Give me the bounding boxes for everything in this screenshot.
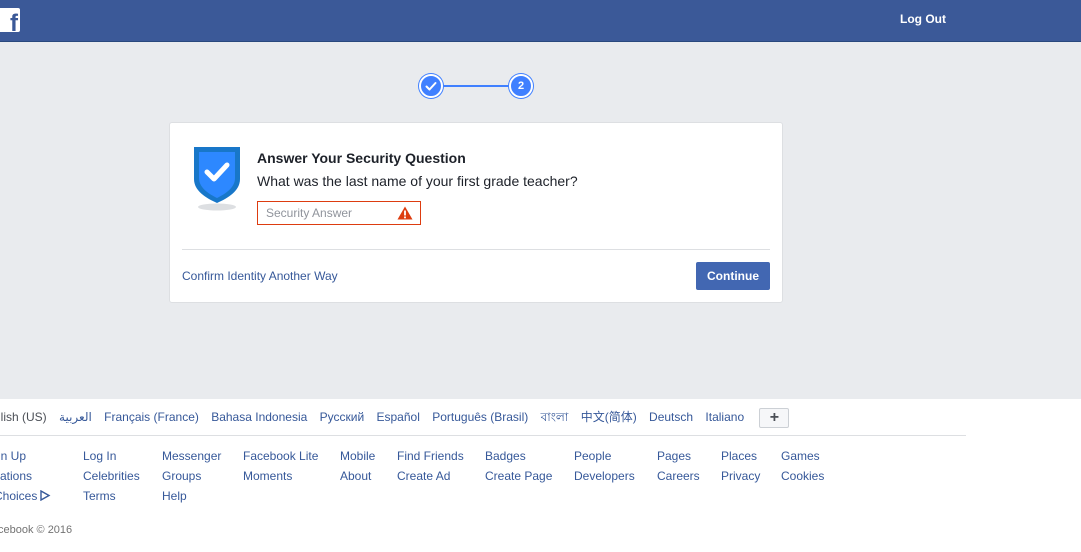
footer-link[interactable]: Choices — [0, 486, 51, 506]
security-question-card: Answer Your Security Question What was t… — [169, 122, 783, 303]
footer-link[interactable]: Games — [781, 446, 824, 466]
footer-link[interactable]: People — [574, 446, 635, 466]
facebook-logo[interactable]: f — [0, 8, 20, 32]
footer-link[interactable]: Careers — [657, 466, 700, 486]
footer-link-column: Log In Celebrities Terms — [83, 446, 140, 506]
footer-link[interactable]: Groups — [162, 466, 221, 486]
footer-link[interactable]: Developers — [574, 466, 635, 486]
footer-link[interactable]: Create Page — [485, 466, 552, 486]
footer-link-column: Mobile About — [340, 446, 375, 486]
footer-link[interactable]: Terms — [83, 486, 140, 506]
footer-link-column: Badges Create Page — [485, 446, 552, 486]
footer-link[interactable]: Places — [721, 446, 760, 466]
footer-link[interactable]: Moments — [243, 466, 318, 486]
footer-link-column: gn Up cations Choices — [0, 446, 51, 506]
language-link[interactable]: Italiano — [705, 410, 744, 424]
footer-link-column: Find Friends Create Ad — [397, 446, 464, 486]
footer-link[interactable]: Privacy — [721, 466, 760, 486]
progress-stepper: 2 — [418, 74, 534, 98]
language-selector: glish (US) العربية Français (France) Bah… — [0, 408, 790, 429]
footer-link[interactable]: cations — [0, 466, 51, 486]
continue-button[interactable]: Continue — [696, 262, 770, 290]
copyright: cebook © 2016 — [0, 524, 73, 536]
language-link[interactable]: glish (US) — [0, 410, 47, 424]
language-link[interactable]: العربية — [59, 410, 92, 424]
language-link[interactable]: Français (France) — [104, 410, 199, 424]
footer-link[interactable]: Cookies — [781, 466, 824, 486]
footer-link[interactable]: Celebrities — [83, 466, 140, 486]
footer-link-column: People Developers — [574, 446, 635, 486]
footer-link[interactable]: Find Friends — [397, 446, 464, 466]
footer-link[interactable]: Messenger — [162, 446, 221, 466]
footer-link[interactable]: Log In — [83, 446, 140, 466]
stepper-line — [442, 85, 510, 87]
security-answer-field[interactable] — [257, 201, 421, 225]
step-2-current: 2 — [509, 74, 533, 98]
language-link[interactable]: 中文(简体) — [581, 410, 637, 424]
footer-link-column: Games Cookies — [781, 446, 824, 486]
language-link[interactable]: Русский — [320, 410, 365, 424]
language-link[interactable]: Deutsch — [649, 410, 693, 424]
logout-link[interactable]: Log Out — [900, 12, 946, 26]
confirm-identity-another-way-link[interactable]: Confirm Identity Another Way — [182, 269, 338, 283]
footer-link-column: Pages Careers — [657, 446, 700, 486]
card-divider — [182, 249, 770, 250]
footer-link[interactable]: Badges — [485, 446, 552, 466]
footer-link[interactable]: Pages — [657, 446, 700, 466]
footer-link[interactable]: Help — [162, 486, 221, 506]
top-bar: f Log Out — [0, 0, 1081, 42]
card-title: Answer Your Security Question — [257, 150, 466, 166]
language-link[interactable]: Bahasa Indonesia — [211, 410, 307, 424]
adchoices-icon — [40, 489, 51, 502]
footer-link[interactable]: Mobile — [340, 446, 375, 466]
security-question: What was the last name of your first gra… — [257, 173, 578, 189]
language-link[interactable]: বাংলা — [541, 410, 569, 424]
footer-link-column: Places Privacy — [721, 446, 760, 486]
footer-link[interactable]: Create Ad — [397, 466, 464, 486]
footer-divider — [0, 435, 966, 436]
security-answer-input[interactable] — [258, 202, 388, 224]
footer-link[interactable]: Facebook Lite — [243, 446, 318, 466]
footer-link[interactable]: gn Up — [0, 446, 51, 466]
step-1-complete — [419, 74, 443, 98]
footer-link-column: Messenger Groups Help — [162, 446, 221, 506]
shield-check-icon — [192, 145, 242, 213]
check-icon — [425, 82, 437, 91]
footer-link[interactable]: About — [340, 466, 375, 486]
warning-icon — [397, 206, 413, 220]
add-language-button[interactable]: + — [759, 408, 790, 428]
language-link[interactable]: Português (Brasil) — [432, 410, 528, 424]
footer: glish (US) العربية Français (France) Bah… — [0, 399, 1081, 552]
footer-link-column: Facebook Lite Moments — [243, 446, 318, 486]
language-link[interactable]: Español — [377, 410, 420, 424]
